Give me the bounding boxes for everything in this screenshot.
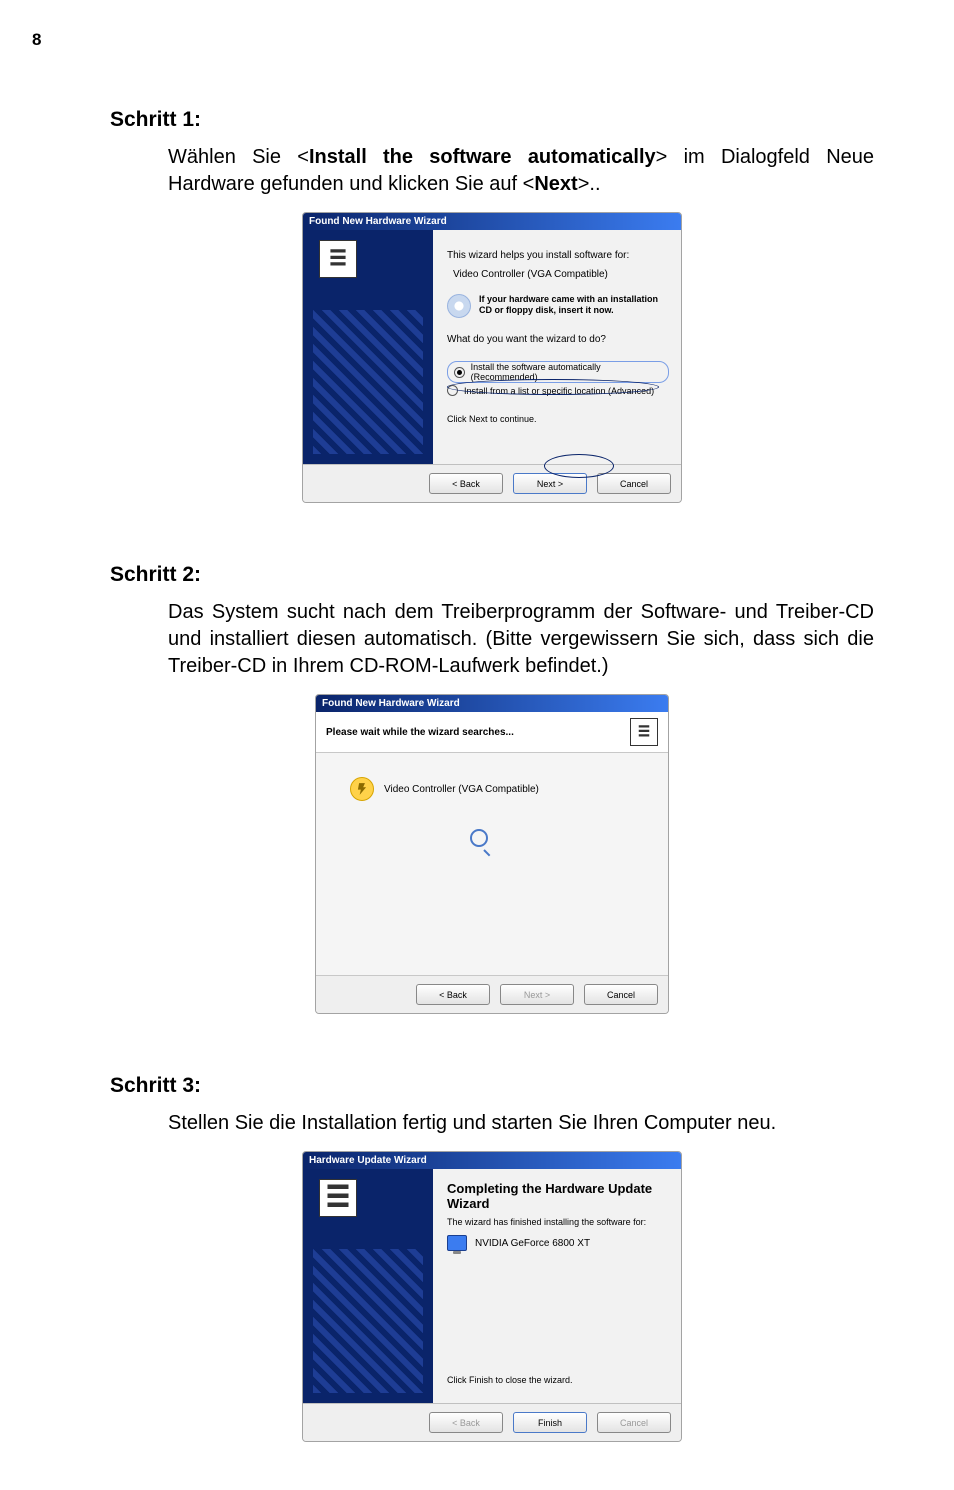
wizard-intro-text: This wizard helps you install software f… bbox=[447, 250, 669, 261]
completing-heading: Completing the Hardware Update Wizard bbox=[447, 1181, 667, 1211]
finish-button[interactable]: Finish bbox=[513, 1412, 587, 1433]
heading-step-1: Schritt 1: bbox=[110, 108, 874, 132]
radio-unselected-icon bbox=[447, 385, 458, 396]
text: Wählen Sie < bbox=[168, 146, 309, 168]
screenshot-step-1: Found New Hardware Wizard This wizard he… bbox=[110, 212, 874, 503]
cd-icon bbox=[447, 294, 471, 318]
option-install-from-list[interactable]: Install from a list or specific location… bbox=[447, 385, 669, 396]
paragraph-step-2: Das System sucht nach dem Treiberprogram… bbox=[168, 599, 874, 680]
cd-tip-text: If your hardware came with an installati… bbox=[479, 294, 669, 317]
text: >.. bbox=[578, 173, 601, 195]
document-page: 8 Schritt 1: Wählen Sie <Install the sof… bbox=[0, 0, 954, 1490]
searching-header-text: Please wait while the wizard searches... bbox=[326, 727, 514, 738]
wizard-side-art bbox=[303, 1169, 433, 1403]
click-next-text: Click Next to continue. bbox=[447, 414, 669, 424]
flashlight-icon bbox=[350, 777, 374, 801]
wizard-side-art bbox=[303, 230, 433, 464]
hardware-update-wizard-dialog: Hardware Update Wizard Completing the Ha… bbox=[302, 1151, 682, 1442]
wizard-question: What do you want the wizard to do? bbox=[447, 334, 669, 345]
found-new-hardware-wizard-searching-dialog: Found New Hardware Wizard Please wait wh… bbox=[315, 694, 669, 1014]
next-button: Next > bbox=[500, 984, 574, 1005]
monitor-icon bbox=[447, 1235, 467, 1251]
dialog-title: Found New Hardware Wizard bbox=[303, 213, 681, 230]
cancel-button[interactable]: Cancel bbox=[584, 984, 658, 1005]
back-button: < Back bbox=[429, 1412, 503, 1433]
hardware-icon bbox=[630, 718, 658, 746]
paragraph-step-1: Wählen Sie <Install the software automat… bbox=[168, 144, 874, 198]
heading-step-3: Schritt 3: bbox=[110, 1074, 874, 1098]
back-button[interactable]: < Back bbox=[416, 984, 490, 1005]
option-install-automatically[interactable]: Install the software automatically (Reco… bbox=[447, 361, 669, 383]
hardware-icon bbox=[319, 1179, 357, 1217]
found-new-hardware-wizard-dialog: Found New Hardware Wizard This wizard he… bbox=[302, 212, 682, 503]
screenshot-step-3: Hardware Update Wizard Completing the Ha… bbox=[110, 1151, 874, 1442]
magnifier-icon bbox=[470, 829, 494, 853]
dialog-title: Found New Hardware Wizard bbox=[316, 695, 668, 712]
paragraph-step-3: Stellen Sie die Installation fertig und … bbox=[168, 1110, 874, 1137]
next-button[interactable]: Next > bbox=[513, 473, 587, 494]
radio-selected-icon bbox=[454, 367, 465, 378]
cancel-button[interactable]: Cancel bbox=[597, 473, 671, 494]
finished-text: The wizard has finished installing the s… bbox=[447, 1217, 667, 1227]
device-name: Video Controller (VGA Compatible) bbox=[384, 784, 539, 795]
dialog-title: Hardware Update Wizard bbox=[303, 1152, 681, 1169]
page-number: 8 bbox=[32, 30, 41, 50]
text-bold: Install the software automatically bbox=[309, 146, 656, 168]
screenshot-step-2: Found New Hardware Wizard Please wait wh… bbox=[110, 694, 874, 1014]
option-label: Install the software automatically (Reco… bbox=[471, 362, 662, 382]
hardware-icon bbox=[319, 240, 357, 278]
back-button[interactable]: < Back bbox=[429, 473, 503, 494]
option-label: Install from a list or specific location… bbox=[464, 386, 654, 396]
installed-device-name: NVIDIA GeForce 6800 XT bbox=[475, 1238, 590, 1249]
click-finish-text: Click Finish to close the wizard. bbox=[447, 1375, 667, 1391]
cancel-button: Cancel bbox=[597, 1412, 671, 1433]
detected-device: Video Controller (VGA Compatible) bbox=[453, 269, 669, 280]
text-bold: Next bbox=[534, 173, 577, 195]
heading-step-2: Schritt 2: bbox=[110, 563, 874, 587]
